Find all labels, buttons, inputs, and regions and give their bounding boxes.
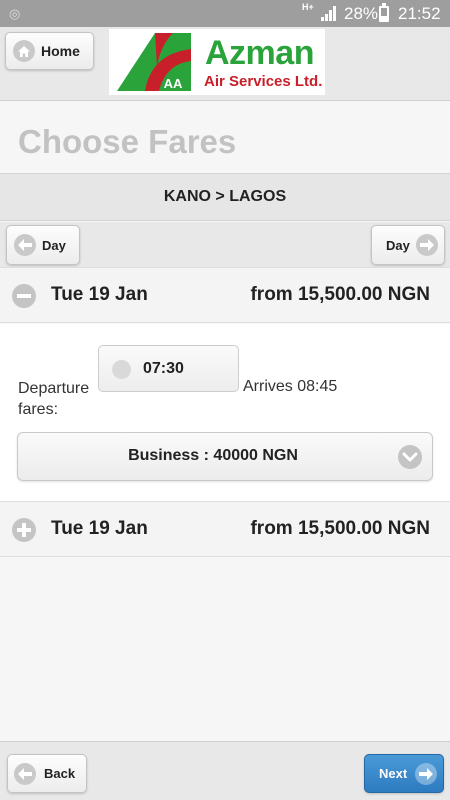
collapse-icon [12,284,36,308]
flight-date: Tue 19 Jan [51,284,148,305]
previous-day-label: Day [42,237,66,253]
expand-icon [12,518,36,542]
arrow-right-icon [415,762,438,785]
route-bar: KANO > LAGOS [0,173,450,221]
status-bar: ◎ H+ 28% 21:52 [0,0,450,27]
battery-icon [379,3,389,22]
departure-time: 07:30 [143,360,184,377]
home-icon [13,40,35,62]
flight-date: Tue 19 Jan [51,518,148,539]
arrow-left-icon [14,762,36,785]
flight-details-1: Departure fares: 07:30 Arrives 08:45 Bus… [0,324,450,502]
footer: Back Next [0,741,450,800]
arrow-right-icon [415,234,438,256]
fare-select-value: Business : 40000 NGN [128,447,298,464]
arrow-left-icon [14,234,36,256]
network-type: H+ [302,2,314,12]
header: Home AA Azman Air Services Ltd. [0,27,450,101]
logo-subtitle: Air Services Ltd. [204,73,323,90]
clock: 21:52 [398,4,441,23]
logo-mark-text: AA [164,76,183,91]
flight-price: from 15,500.00 NGN [250,284,430,305]
airline-logo: AA Azman Air Services Ltd. [109,29,325,95]
flight-header-1[interactable]: Tue 19 Jan from 15,500.00 NGN [0,267,450,323]
home-button[interactable]: Home [5,32,94,70]
radio-icon [112,360,131,379]
next-day-label: Day [386,237,410,253]
back-button-label: Back [44,766,76,781]
previous-day-button[interactable]: Day [6,225,80,265]
arrival-time: Arrives 08:45 [243,378,338,395]
page-title: Choose Fares [18,123,237,160]
flight-price: from 15,500.00 NGN [250,518,430,539]
next-day-button[interactable]: Day [371,225,445,265]
battery-percent: 28% [344,4,379,23]
logo-name: Azman [205,34,314,72]
logo-mark: AA [117,33,191,91]
next-button-label: Next [379,766,408,781]
departure-label: Departure fares: [18,380,90,418]
chevron-down-icon [398,445,422,469]
fare-select[interactable]: Business : 40000 NGN [17,432,433,481]
back-button[interactable]: Back [7,754,87,793]
sync-icon: ◎ [9,6,21,21]
departure-time-option[interactable]: 07:30 [98,345,239,392]
signal-icon [321,6,336,21]
next-button[interactable]: Next [364,754,444,793]
day-navigation: Day Day [0,222,450,268]
home-button-label: Home [41,43,80,59]
flight-header-2[interactable]: Tue 19 Jan from 15,500.00 NGN [0,501,450,557]
